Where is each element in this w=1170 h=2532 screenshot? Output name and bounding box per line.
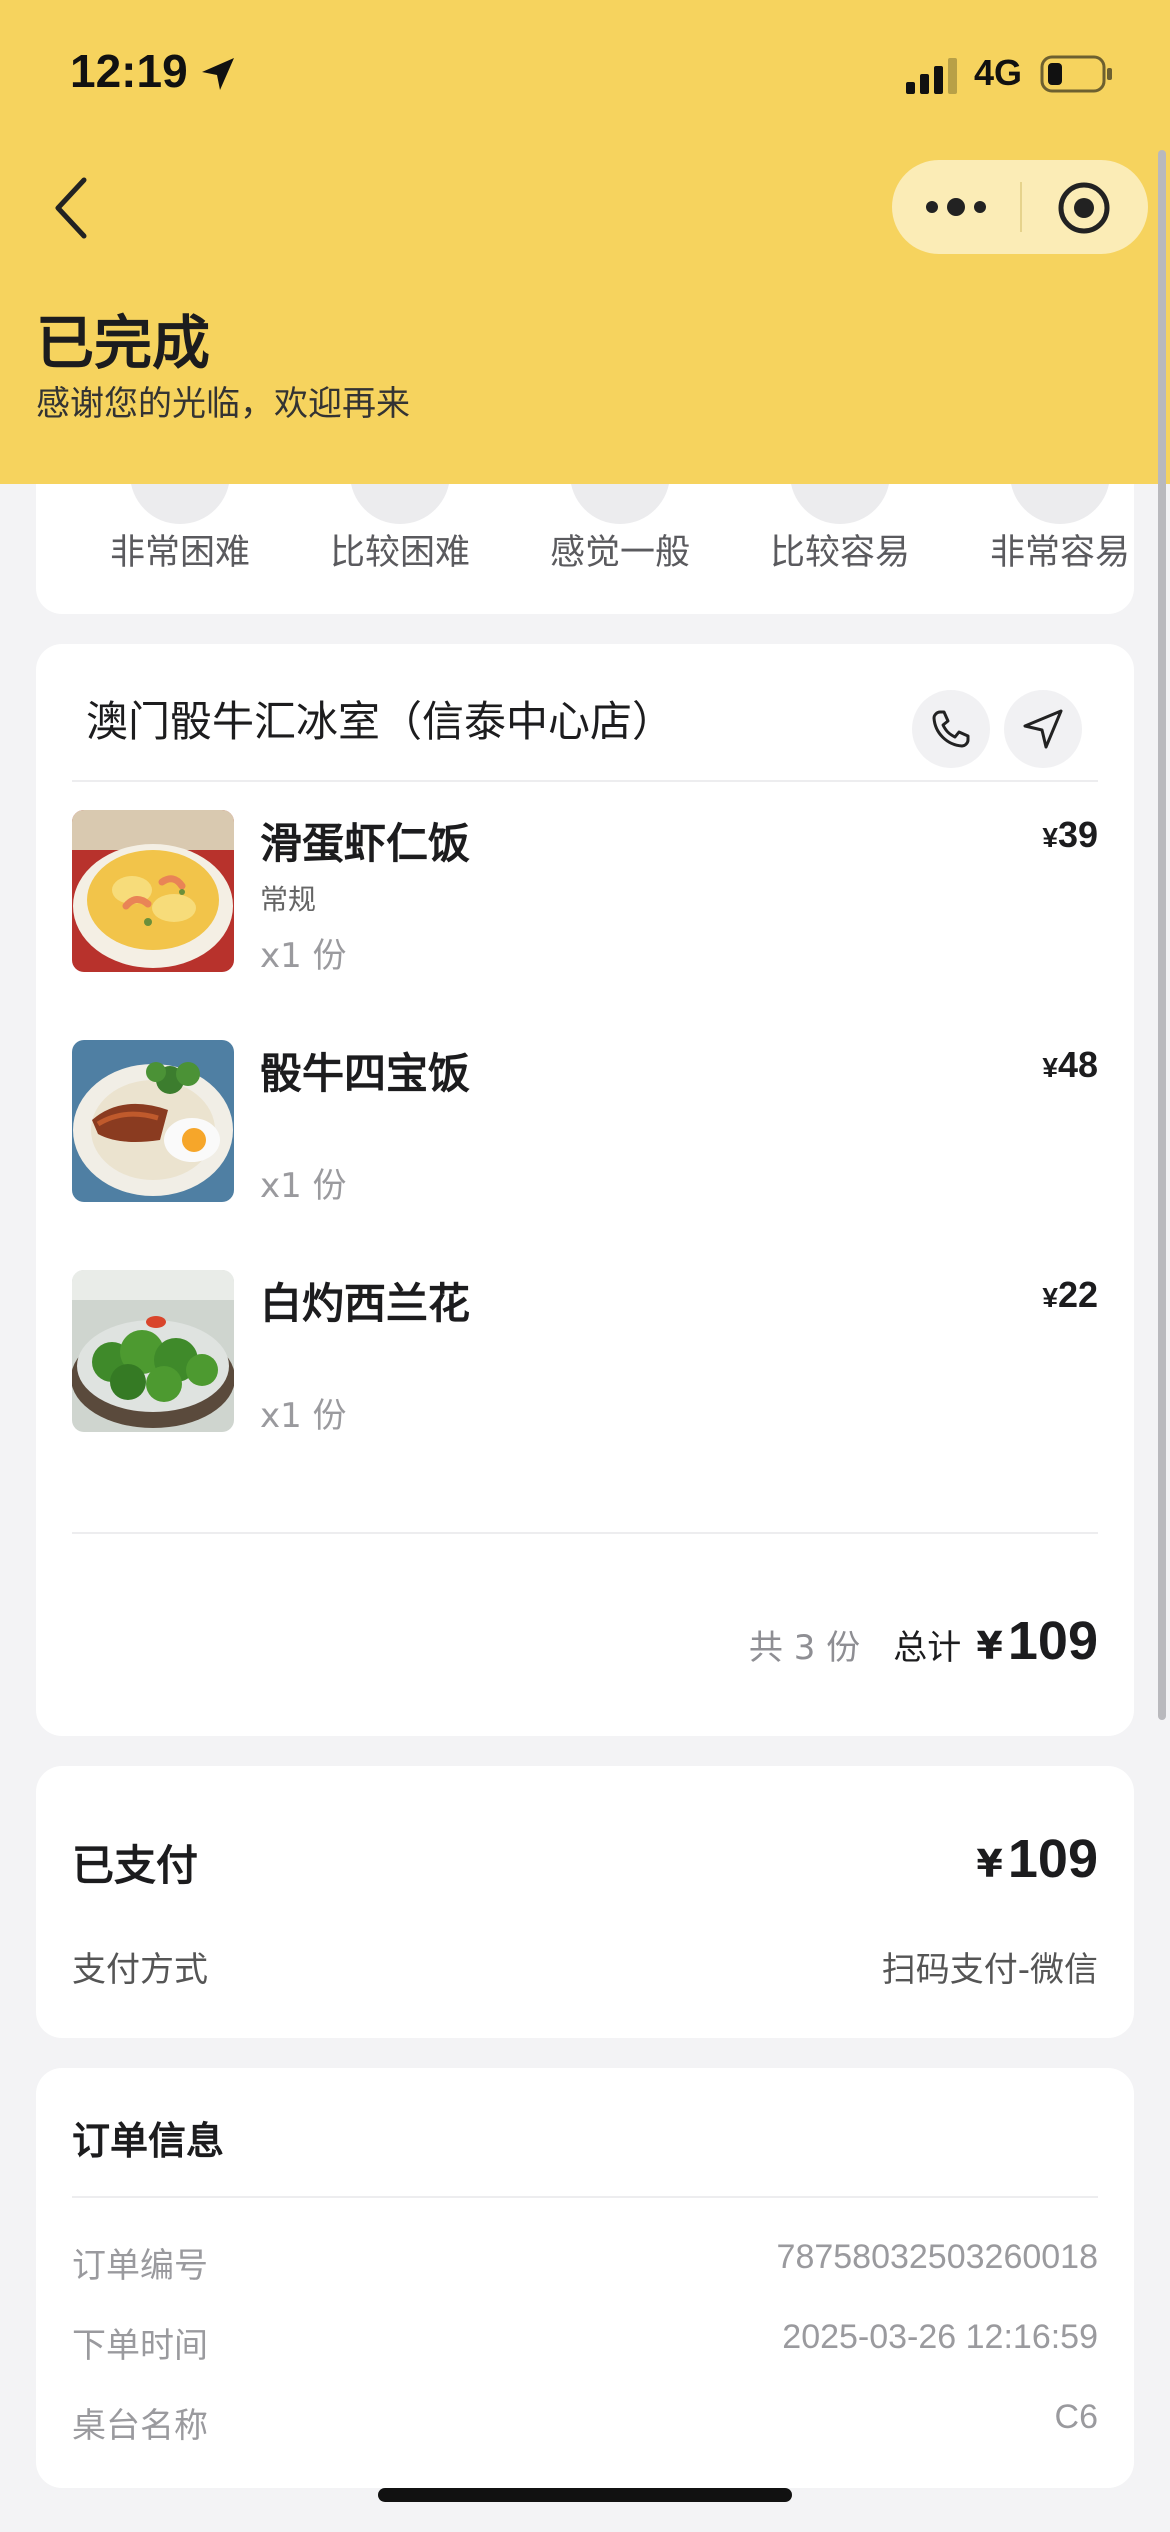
paid-value: 109 (1007, 1829, 1098, 1889)
rating-label: 感觉一般 (549, 533, 690, 573)
table-name-label: 桌台名称 (72, 2406, 208, 2446)
order-status-header: 12:19 4G 已完成 感谢您的光临，欢迎再来 (0, 0, 1170, 484)
dish-quantity: x1 份 (260, 936, 347, 976)
order-item: 白灼西兰花 x1 份 ¥22 (72, 1270, 1098, 1440)
currency-symbol: ¥ (976, 1842, 1003, 1886)
currency-symbol: ¥ (1042, 822, 1058, 853)
order-item: 骰牛四宝饭 x1 份 ¥48 (72, 1040, 1098, 1210)
divider (72, 1532, 1098, 1534)
call-shop-button[interactable] (912, 690, 990, 768)
order-number-value[interactable]: 78758032503260018 (777, 2238, 1098, 2277)
order-number-label: 订单编号 (72, 2246, 208, 2286)
rating-label: 非常困难 (109, 533, 250, 573)
status-bar: 12:19 4G (0, 0, 1170, 150)
dish-name: 白灼西兰花 (260, 1279, 471, 1328)
location-arrow-icon (202, 58, 234, 90)
mini-program-capsule (892, 160, 1148, 254)
order-time-label: 下单时间 (72, 2326, 208, 2366)
order-status-title: 已完成 (36, 309, 211, 377)
navigation-icon (1023, 709, 1063, 749)
dish-quantity: x1 份 (260, 1396, 347, 1436)
capsule-divider (1020, 182, 1022, 232)
rating-label: 比较困难 (329, 533, 470, 573)
more-dots-icon[interactable] (922, 186, 990, 228)
dish-price: ¥39 (1042, 814, 1098, 856)
price-value: 39 (1057, 814, 1098, 855)
order-items-card: 澳门骰牛汇冰室（信泰中心店） 滑蛋虾仁饭 常规 x1 份 ¥39 骰牛四宝饭 x… (36, 644, 1134, 1736)
dish-price: ¥48 (1042, 1044, 1098, 1086)
currency-symbol: ¥ (1042, 1282, 1058, 1313)
navigate-button[interactable] (1004, 690, 1082, 768)
order-status-subtitle: 感谢您的光临，欢迎再来 (36, 384, 410, 424)
scrollbar[interactable] (1158, 150, 1166, 1720)
order-summary: 共 3 份 总计 ¥ 109 (749, 1610, 1098, 1672)
back-chevron-icon[interactable] (46, 172, 98, 244)
dish-price: ¥22 (1042, 1274, 1098, 1316)
rating-label: 比较容易 (769, 533, 910, 573)
price-value: 48 (1057, 1044, 1098, 1085)
currency-symbol: ¥ (1042, 1052, 1058, 1083)
dish-image (72, 1270, 234, 1432)
dish-spec: 常规 (260, 883, 317, 916)
order-item: 滑蛋虾仁饭 常规 x1 份 ¥39 (72, 810, 1098, 980)
phone-icon (932, 710, 970, 748)
dish-name: 滑蛋虾仁饭 (260, 819, 471, 868)
order-info-card: 订单信息 订单编号 78758032503260018 下单时间 2025-03… (36, 2068, 1134, 2488)
order-info-title: 订单信息 (72, 2119, 225, 2163)
dish-image (72, 1040, 234, 1202)
price-value: 22 (1057, 1274, 1098, 1315)
dish-image (72, 810, 234, 972)
dish-quantity: x1 份 (260, 1166, 347, 1206)
paid-amount: ¥ 109 (976, 1828, 1098, 1890)
payment-method-value: 扫码支付-微信 (881, 1950, 1098, 1990)
rating-label: 非常容易 (989, 533, 1130, 573)
status-time: 12:19 (70, 45, 188, 97)
signal-icon (906, 58, 957, 94)
payment-card: 已支付 ¥ 109 支付方式 扫码支付-微信 (36, 1766, 1134, 2038)
total-label: 总计 (893, 1628, 962, 1668)
table-name-value: C6 (1054, 2398, 1098, 2436)
divider (72, 780, 1098, 782)
currency-symbol: ¥ (976, 1624, 1003, 1668)
order-time-value: 2025-03-26 12:16:59 (782, 2318, 1098, 2356)
dish-name: 骰牛四宝饭 (260, 1049, 471, 1098)
shop-name[interactable]: 澳门骰牛汇冰室（信泰中心店） (86, 688, 674, 749)
network-type: 4G (974, 52, 1023, 93)
divider (72, 2196, 1098, 2198)
item-count: 共 3 份 (748, 1628, 861, 1668)
home-indicator[interactable] (378, 2488, 792, 2502)
target-icon[interactable] (1056, 180, 1112, 236)
total-amount: 109 (1007, 1611, 1098, 1671)
payment-method-label: 支付方式 (72, 1950, 208, 1990)
battery-icon (1040, 55, 1112, 93)
paid-label: 已支付 (72, 1841, 199, 1890)
